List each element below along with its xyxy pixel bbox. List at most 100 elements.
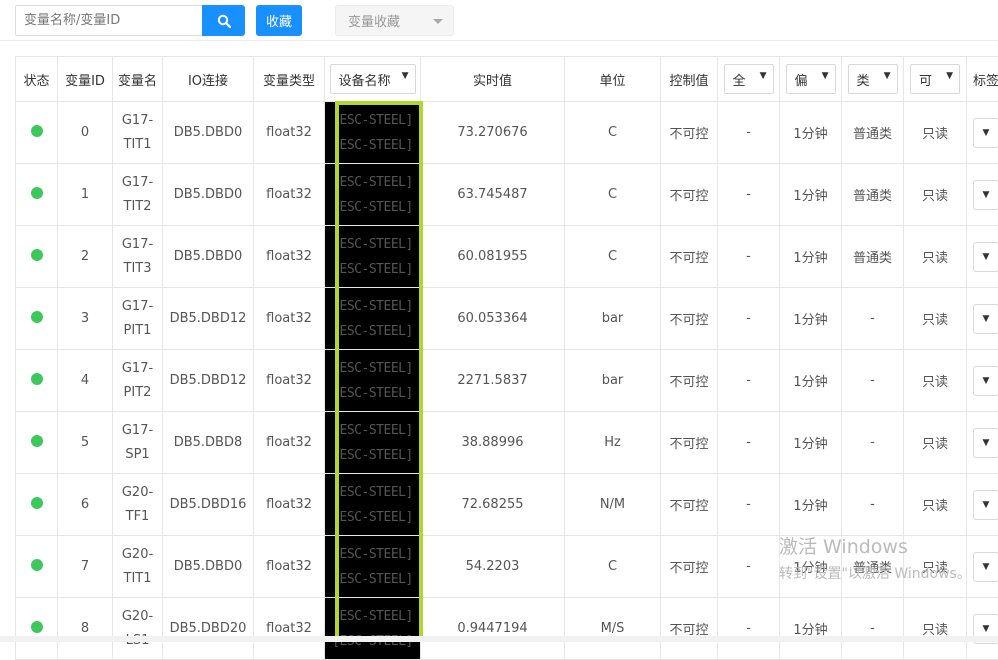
filter-2-cell: 1分钟	[780, 226, 842, 288]
favorite-select[interactable]: 变量收藏	[335, 5, 454, 36]
unit-cell: C	[565, 164, 661, 226]
tag-cell: ▼	[967, 164, 998, 226]
tag-dropdown-button[interactable]: ▼	[973, 552, 998, 582]
status-online-dot	[31, 621, 43, 633]
tag-cell: ▼	[967, 102, 998, 164]
filter-3-cell: 普通类	[842, 164, 904, 226]
var-id-cell: 1	[58, 164, 113, 226]
device-cell: [ESC-STEEL][ESC-STEEL]	[325, 226, 421, 288]
io-cell: DB5.DBD0	[163, 226, 254, 288]
var-id-cell: 6	[58, 474, 113, 536]
filter-4-cell: 只读	[904, 412, 967, 474]
status-online-dot	[31, 497, 43, 509]
table-row[interactable]: 0G17-TIT1DB5.DBD0float32[ESC-STEEL][ESC-…	[16, 102, 998, 164]
tag-cell: ▼	[967, 474, 998, 536]
status-cell	[16, 474, 58, 536]
filter-select-1[interactable]: 全 ▼	[724, 64, 774, 94]
filter-3-label: 类	[857, 70, 875, 89]
col-status: 状态	[16, 57, 58, 102]
status-cell	[16, 536, 58, 598]
table-row[interactable]: 2G17-TIT3DB5.DBD0float32[ESC-STEEL][ESC-…	[16, 226, 998, 288]
tag-cell: ▼	[967, 226, 998, 288]
search-button[interactable]	[202, 5, 245, 36]
col-device: 设备名称 ▼	[325, 57, 421, 102]
table-row[interactable]: 6G20-TF1DB5.DBD16float32[ESC-STEEL][ESC-…	[16, 474, 998, 536]
filter-4-cell: 只读	[904, 226, 967, 288]
filter-1-cell: -	[718, 164, 780, 226]
tag-dropdown-button[interactable]: ▼	[973, 304, 998, 334]
realtime-value-cell: 0.9447194	[421, 598, 565, 660]
table-row[interactable]: 1G17-TIT2DB5.DBD0float32[ESC-STEEL][ESC-…	[16, 164, 998, 226]
control-cell: 不可控	[661, 288, 718, 350]
tag-dropdown-button[interactable]: ▼	[973, 118, 998, 148]
filter-3-cell: 普通类	[842, 102, 904, 164]
filter-3-cell: -	[842, 288, 904, 350]
io-cell: DB5.DBD12	[163, 288, 254, 350]
status-online-dot	[31, 249, 43, 261]
filter-2-label: 偏	[795, 70, 813, 89]
device-filter-select[interactable]: 设备名称 ▼	[330, 64, 416, 94]
device-name: [ESC-STEEL]	[325, 418, 420, 443]
unit-cell: C	[565, 226, 661, 288]
tag-dropdown-button[interactable]: ▼	[973, 366, 998, 396]
device-cell: [ESC-STEEL][ESC-STEEL]	[325, 350, 421, 412]
var-type-cell: float32	[254, 102, 325, 164]
device-cell: [ESC-STEEL][ESC-STEEL]	[325, 102, 421, 164]
device-name: [ESC-STEEL]	[325, 294, 420, 319]
col-realtime: 实时值	[421, 57, 565, 102]
table-row[interactable]: 4G17-PIT2DB5.DBD12float32[ESC-STEEL][ESC…	[16, 350, 998, 412]
favorite-select-value: 变量收藏	[348, 11, 400, 30]
unit-cell: bar	[565, 288, 661, 350]
caret-down-icon: ▼	[822, 71, 829, 81]
var-type-cell: float32	[254, 412, 325, 474]
tag-dropdown-button[interactable]: ▼	[973, 490, 998, 520]
table-row[interactable]: 8G20-LS1DB5.DBD20float32[ESC-STEEL][ESC-…	[16, 598, 998, 660]
filter-2-cell: 1分钟	[780, 412, 842, 474]
control-cell: 不可控	[661, 226, 718, 288]
filter-4-cell: 只读	[904, 350, 967, 412]
search-input[interactable]	[15, 5, 202, 36]
tag-dropdown-button[interactable]: ▼	[973, 180, 998, 210]
control-cell: 不可控	[661, 536, 718, 598]
device-name: [ESC-STEEL]	[325, 356, 420, 381]
table-header: 状态 变量ID 变量名 IO连接 变量类型 设备名称 ▼ 实时值 单位 控制值 …	[16, 57, 998, 102]
device-cell: [ESC-STEEL][ESC-STEEL]	[325, 474, 421, 536]
var-name-cell: G20-TF1	[113, 474, 163, 536]
realtime-value-cell: 60.081955	[421, 226, 565, 288]
device-name: [ESC-STEEL]	[325, 170, 420, 195]
filter-select-3[interactable]: 类 ▼	[848, 64, 898, 94]
filter-3-cell: -	[842, 598, 904, 660]
favorite-button[interactable]: 收藏	[256, 5, 302, 36]
io-cell: DB5.DBD0	[163, 102, 254, 164]
filter-1-cell: -	[718, 412, 780, 474]
caret-down-icon: ▼	[760, 71, 767, 81]
realtime-value-cell: 38.88996	[421, 412, 565, 474]
tag-dropdown-button[interactable]: ▼	[973, 428, 998, 458]
search-group	[15, 5, 245, 36]
horizontal-scrollbar[interactable]	[0, 636, 998, 642]
tag-cell: ▼	[967, 288, 998, 350]
device-name: [ESC-STEEL]	[325, 319, 420, 344]
tag-cell: ▼	[967, 598, 998, 660]
col-var-name: 变量名	[113, 57, 163, 102]
status-cell	[16, 226, 58, 288]
filter-select-4[interactable]: 可 ▼	[910, 64, 960, 94]
caret-down-icon: ▼	[983, 128, 990, 138]
device-name: [ESC-STEEL]	[325, 133, 420, 158]
filter-select-2[interactable]: 偏 ▼	[786, 64, 836, 94]
table-row[interactable]: 5G17-SP1DB5.DBD8float32[ESC-STEEL][ESC-S…	[16, 412, 998, 474]
device-name: [ESC-STEEL]	[325, 567, 420, 592]
filter-2-cell: 1分钟	[780, 164, 842, 226]
device-cell: [ESC-STEEL][ESC-STEEL]	[325, 412, 421, 474]
caret-down-icon: ▼	[983, 376, 990, 386]
filter-2-cell: 1分钟	[780, 288, 842, 350]
col-filter-4: 可 ▼	[904, 57, 967, 102]
table-row[interactable]: 3G17-PIT1DB5.DBD12float32[ESC-STEEL][ESC…	[16, 288, 998, 350]
device-cell: [ESC-STEEL][ESC-STEEL]	[325, 598, 421, 660]
var-type-cell: float32	[254, 536, 325, 598]
realtime-value-cell: 73.270676	[421, 102, 565, 164]
filter-1-cell: -	[718, 474, 780, 536]
filter-4-label: 可	[919, 70, 937, 89]
watermark-subtitle: 转到"设置"以激活 Windows。	[779, 563, 971, 583]
tag-dropdown-button[interactable]: ▼	[973, 242, 998, 272]
